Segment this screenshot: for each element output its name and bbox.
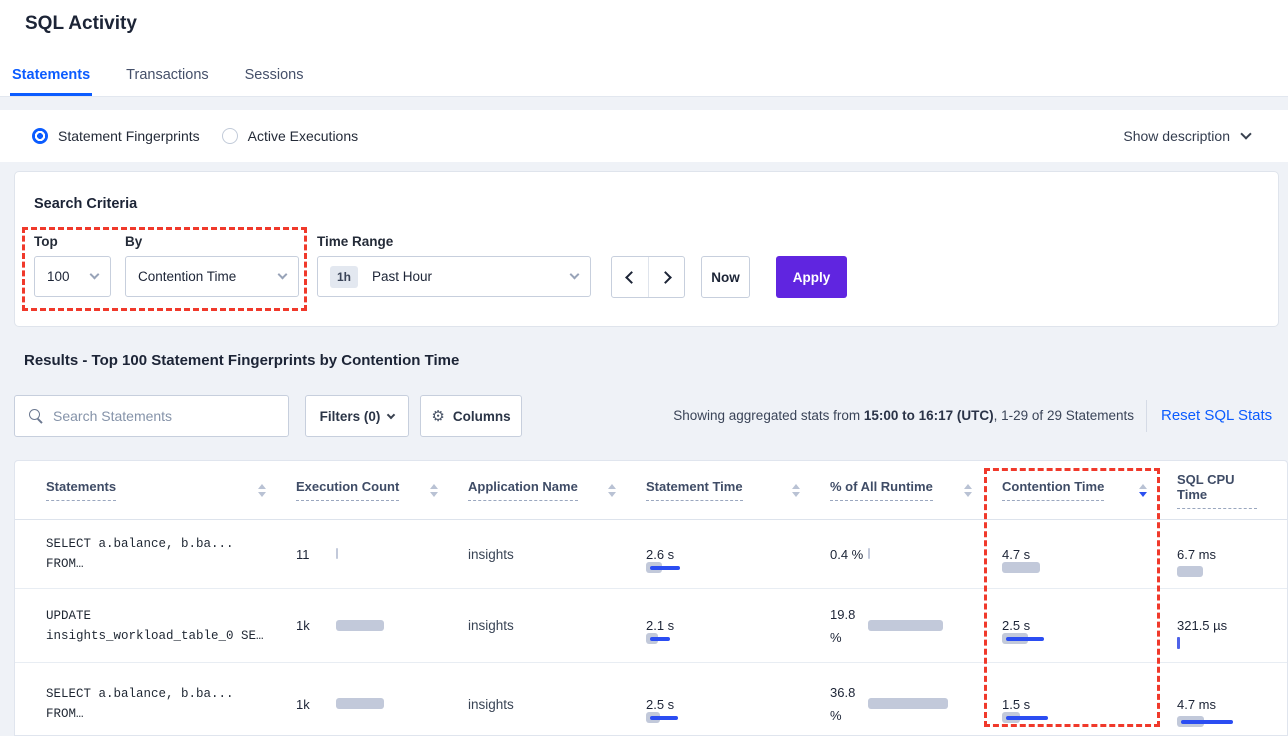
pct-runtime-cell: 19.8 %: [830, 603, 1002, 649]
header-statement-time[interactable]: Statement Time: [646, 479, 830, 501]
execution-count-cell: 1k: [296, 618, 468, 633]
now-button[interactable]: Now: [701, 256, 750, 298]
table-header-row: Statements Execution Count Application N…: [15, 461, 1287, 520]
sort-icon[interactable]: [430, 484, 438, 497]
time-range-value: Past Hour: [372, 269, 571, 284]
sort-icon[interactable]: [792, 484, 800, 497]
search-criteria-heading: Search Criteria: [34, 196, 137, 212]
chevron-left-icon: [625, 271, 638, 284]
application-name-cell: insights: [468, 618, 646, 633]
execution-count-bar: [336, 548, 448, 560]
chevron-down-icon: [1240, 128, 1251, 139]
chevron-down-icon: [278, 270, 288, 280]
columns-label: Columns: [453, 409, 511, 424]
statement-link[interactable]: SELECT a.balance, b.ba... FROM…: [15, 534, 296, 574]
search-icon: [28, 408, 44, 424]
statement-link[interactable]: SELECT a.balance, b.ba... FROM…: [15, 684, 296, 724]
header-application-name[interactable]: Application Name: [468, 479, 646, 501]
by-select[interactable]: Contention Time: [125, 256, 299, 297]
chevron-right-icon: [659, 271, 672, 284]
statement-time-cell: 2.5 s: [646, 697, 830, 712]
execution-count-bar: [336, 620, 448, 632]
columns-button[interactable]: ⚙ Columns: [420, 395, 522, 437]
radio-label: Active Executions: [248, 128, 359, 144]
execution-count-cell: 11: [296, 547, 468, 562]
header-sql-cpu-time[interactable]: SQL CPU Time: [1177, 472, 1287, 509]
contention-time-cell: 4.7 s: [1002, 547, 1177, 562]
statements-table: Statements Execution Count Application N…: [14, 460, 1288, 736]
aggregated-stats-text: Showing aggregated stats from 15:00 to 1…: [673, 395, 1134, 437]
radio-statement-fingerprints[interactable]: Statement Fingerprints: [32, 128, 200, 144]
gear-icon: ⚙: [431, 407, 444, 425]
header-statements[interactable]: Statements: [15, 479, 296, 501]
sql-cpu-time-cell: 6.7 ms: [1177, 543, 1287, 566]
table-row: SELECT a.balance, b.ba... FROM… 11 insig…: [15, 520, 1287, 589]
time-range-badge: 1h: [330, 266, 358, 288]
radio-selected-icon: [32, 128, 48, 144]
tab-bar: Statements Transactions Sessions: [10, 67, 305, 96]
chevron-down-icon: [90, 270, 100, 280]
pct-runtime-cell: 0.4 %: [830, 543, 1002, 566]
pct-runtime-bar: [868, 620, 980, 632]
radio-unselected-icon: [222, 128, 238, 144]
by-select-value: Contention Time: [138, 269, 279, 284]
toolbar-divider: [1146, 400, 1147, 432]
results-toolbar: Search Statements Filters (0) ⚙ Columns …: [0, 395, 1288, 437]
top-select-value: 100: [47, 269, 91, 284]
top-label: Top: [34, 234, 58, 249]
filters-button[interactable]: Filters (0): [305, 395, 409, 437]
filters-label: Filters (0): [320, 409, 381, 424]
pct-runtime-cell: 36.8 %: [830, 681, 1002, 727]
by-label: By: [125, 234, 142, 249]
radio-active-executions[interactable]: Active Executions: [222, 128, 359, 144]
statement-time-cell: 2.1 s: [646, 618, 830, 633]
sort-icon[interactable]: [608, 484, 616, 497]
sql-cpu-time-cell: 4.7 ms: [1177, 693, 1287, 716]
statement-time-cell: 2.6 s: [646, 547, 830, 562]
radio-label: Statement Fingerprints: [58, 128, 200, 144]
header-contention-time[interactable]: Contention Time: [1002, 479, 1177, 501]
show-description-toggle[interactable]: Show description: [1123, 128, 1250, 144]
sql-cpu-time-cell: 321.5 µs: [1177, 614, 1287, 637]
tab-transactions[interactable]: Transactions: [124, 67, 210, 96]
chevron-down-icon: [570, 270, 580, 280]
top-bar: SQL Activity Statements Transactions Ses…: [0, 0, 1288, 97]
table-row: SELECT a.balance, b.ba... FROM… 1k insig…: [15, 663, 1287, 736]
page-title: SQL Activity: [25, 13, 137, 35]
sort-icon[interactable]: [258, 484, 266, 497]
statement-link[interactable]: UPDATE insights_workload_table_0 SE…: [15, 606, 296, 646]
chevron-down-icon: [387, 410, 395, 418]
pct-runtime-bar: [868, 698, 980, 710]
application-name-cell: insights: [468, 697, 646, 712]
reset-sql-stats-link[interactable]: Reset SQL Stats: [1161, 395, 1272, 437]
prev-range-button[interactable]: [612, 257, 648, 297]
application-name-cell: insights: [468, 547, 646, 562]
show-description-label: Show description: [1123, 128, 1230, 144]
search-statements-input[interactable]: Search Statements: [14, 395, 289, 437]
execution-count-cell: 1k: [296, 697, 468, 712]
top-select[interactable]: 100: [34, 256, 111, 297]
sort-icon-active-desc[interactable]: [1139, 484, 1147, 497]
search-placeholder: Search Statements: [53, 408, 172, 424]
search-criteria-card: Search Criteria Top By Time Range 100 Co…: [14, 171, 1279, 327]
sort-icon[interactable]: [964, 484, 972, 497]
apply-button[interactable]: Apply: [776, 256, 847, 298]
time-range-select[interactable]: 1h Past Hour: [317, 256, 591, 297]
time-range-label: Time Range: [317, 234, 393, 249]
tab-sessions[interactable]: Sessions: [243, 67, 306, 96]
view-toggle-bar: Statement Fingerprints Active Executions…: [0, 110, 1288, 162]
results-heading: Results - Top 100 Statement Fingerprints…: [24, 352, 459, 369]
tab-statements[interactable]: Statements: [10, 67, 92, 96]
header-execution-count[interactable]: Execution Count: [296, 479, 468, 501]
contention-time-cell: 1.5 s: [1002, 697, 1177, 712]
header-pct-all-runtime[interactable]: % of All Runtime: [830, 479, 1002, 501]
pct-runtime-bar: [868, 548, 980, 560]
execution-count-bar: [336, 698, 448, 710]
contention-time-cell: 2.5 s: [1002, 618, 1177, 633]
table-row: UPDATE insights_workload_table_0 SE… 1k …: [15, 589, 1287, 663]
next-range-button[interactable]: [648, 257, 684, 297]
time-range-arrows: [611, 256, 685, 298]
